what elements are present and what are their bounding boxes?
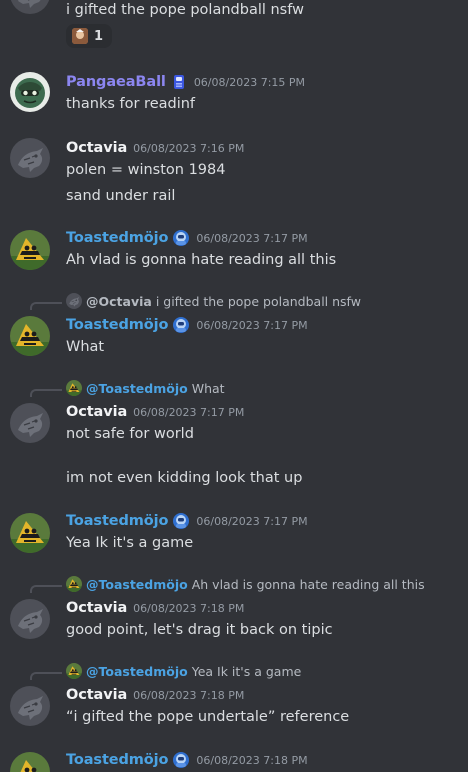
username[interactable]: Toastedmöjo <box>66 752 168 768</box>
message-text: “i gifted the pope undertale” reference <box>66 709 350 725</box>
avatar[interactable] <box>10 403 50 443</box>
message-text: Ah vlad is gonna hate reading all this <box>66 252 337 268</box>
reply-spine <box>30 671 62 680</box>
timestamp: 06/08/2023 7:18 PM <box>133 601 245 615</box>
astronaut-icon <box>172 316 190 334</box>
message: Octavia 06/08/2023 7:16 PM polen = winst… <box>0 136 468 216</box>
reply-mention[interactable]: @Octavia <box>86 294 152 309</box>
message-text: Yea Ik it's a game <box>66 535 194 551</box>
reply-spine <box>30 388 62 397</box>
astronaut-icon <box>172 229 190 247</box>
pope-emoji-icon <box>72 28 88 44</box>
message: Toastedmöjo 06/08/2023 7:17 PM Yea Ik it… <box>0 511 468 561</box>
reply-reference[interactable]: @Toastedmöjo Ah vlad is gonna hate readi… <box>30 575 425 593</box>
reply-spine <box>30 301 62 310</box>
message-reply: @Toastedmöjo Ah vlad is gonna hate readi… <box>0 575 468 645</box>
reply-mention[interactable]: @Toastedmöjo <box>86 381 188 396</box>
timestamp: 06/08/2023 7:17 PM <box>196 514 308 528</box>
message: PangaeaBall 06/08/2023 7:15 PM thanks fo… <box>0 70 468 120</box>
reply-text: Yea Ik it's a game <box>191 663 302 679</box>
message-text: not safe for world <box>66 426 194 442</box>
avatar[interactable] <box>10 686 50 726</box>
username[interactable]: Octavia <box>66 140 127 156</box>
message-text: polen = winston 1984 <box>66 162 226 178</box>
reply-reference[interactable]: @Toastedmöjo What <box>30 379 225 397</box>
avatar[interactable] <box>10 72 50 112</box>
reply-avatar <box>66 380 82 396</box>
reaction-button[interactable]: 1 <box>66 24 112 48</box>
avatar[interactable] <box>10 513 50 553</box>
avatar[interactable] <box>10 316 50 356</box>
reply-reference[interactable]: @Octavia i gifted the pope polandball ns… <box>30 292 361 310</box>
username[interactable]: Octavia <box>66 687 127 703</box>
reply-mention[interactable]: @Toastedmöjo <box>86 664 188 679</box>
message-continuation: i gifted the pope polandball nsfw 1 <box>0 0 468 50</box>
username[interactable]: Toastedmöjo <box>66 230 168 246</box>
timestamp: 06/08/2023 7:18 PM <box>196 753 308 767</box>
timestamp: 06/08/2023 7:15 PM <box>193 75 306 89</box>
message-reply: @Toastedmöjo What Octavia 06/08/2023 7:1… <box>0 379 468 494</box>
message-text: i gifted the pope polandball nsfw <box>66 2 304 18</box>
username[interactable]: Octavia <box>66 404 127 420</box>
timestamp: 06/08/2023 7:18 PM <box>133 688 245 702</box>
reply-reference[interactable]: @Toastedmöjo Yea Ik it's a game <box>30 662 301 680</box>
reply-text: i gifted the pope polandball nsfw <box>155 293 361 309</box>
avatar[interactable] <box>10 230 50 270</box>
username[interactable]: PangaeaBall <box>66 74 166 90</box>
blue-cup-icon <box>170 73 188 91</box>
reply-avatar <box>66 293 82 309</box>
avatar[interactable] <box>10 0 50 14</box>
message-text: im not even kidding look that up <box>66 470 303 486</box>
reply-text: Ah vlad is gonna hate reading all this <box>191 576 425 592</box>
timestamp: 06/08/2023 7:17 PM <box>196 231 308 245</box>
avatar[interactable] <box>10 752 50 772</box>
reply-avatar <box>66 576 82 592</box>
message-text: sand under rail <box>66 188 176 204</box>
username[interactable]: Octavia <box>66 600 127 616</box>
astronaut-icon <box>172 751 190 769</box>
message-reply: @Toastedmöjo Yea Ik it's a game Octavia … <box>0 662 468 732</box>
reaction-count: 1 <box>94 28 104 44</box>
avatar[interactable] <box>10 599 50 639</box>
reply-avatar <box>66 663 82 679</box>
timestamp: 06/08/2023 7:16 PM <box>133 141 245 155</box>
avatar[interactable] <box>10 138 50 178</box>
reply-mention[interactable]: @Toastedmöjo <box>86 577 188 592</box>
timestamp: 06/08/2023 7:17 PM <box>133 405 245 419</box>
message-reply: @Octavia i gifted the pope polandball ns… <box>0 292 468 362</box>
reply-spine <box>30 584 62 593</box>
reply-text: What <box>191 380 225 396</box>
astronaut-icon <box>172 512 190 530</box>
username[interactable]: Toastedmöjo <box>66 513 168 529</box>
message: Toastedmöjo 06/08/2023 7:17 PM Ah vlad i… <box>0 228 468 278</box>
message: Toastedmöjo 06/08/2023 7:18 PM <box>0 750 468 772</box>
message-text: thanks for readinf <box>66 96 196 112</box>
username[interactable]: Toastedmöjo <box>66 317 168 333</box>
timestamp: 06/08/2023 7:17 PM <box>196 318 308 332</box>
message-text: good point, let's drag it back on tipic <box>66 622 333 638</box>
message-text: What <box>66 339 105 355</box>
